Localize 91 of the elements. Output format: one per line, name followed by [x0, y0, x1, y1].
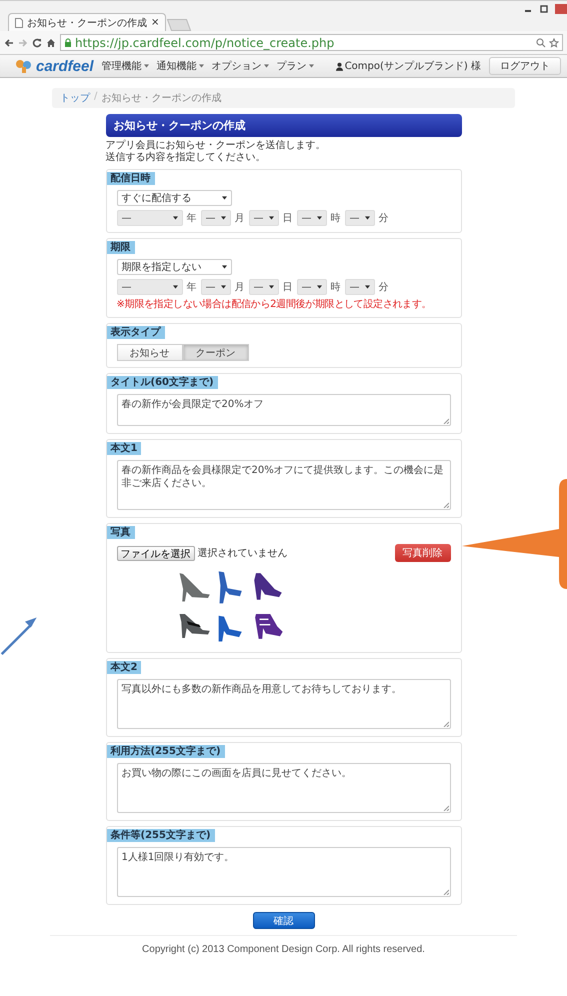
- section-label: タイトル(60文字まで): [106, 376, 218, 389]
- caret-icon: [222, 196, 226, 200]
- unit-label: 月: [234, 281, 244, 294]
- back-icon[interactable]: [4, 38, 14, 48]
- segment-button[interactable]: お知らせ: [116, 344, 182, 361]
- browser-tab[interactable]: お知らせ・クーポンの作成 ×: [8, 13, 166, 31]
- select-field[interactable]: すぐに配信する: [116, 190, 232, 206]
- caret-icon: [220, 216, 226, 220]
- text-area[interactable]: 写真以外にも多数の新作商品を用意してお待ちしております。: [116, 679, 450, 729]
- delete-photo-button[interactable]: 写真削除: [394, 544, 450, 562]
- user-icon: [336, 62, 343, 70]
- caret-icon: [144, 64, 149, 68]
- unit-label: 月: [234, 212, 244, 225]
- unit-label: 時: [330, 212, 340, 225]
- section-label: 本文1: [106, 442, 142, 455]
- caret-icon: [364, 216, 370, 220]
- text-area[interactable]: お買い物の際にこの画面を店員に見せてください。: [116, 763, 450, 813]
- reload-icon[interactable]: [32, 38, 42, 48]
- section-label: 表示タイプ: [106, 326, 164, 339]
- mascot-icon: [14, 58, 34, 74]
- form-title: お知らせ・クーポンの作成: [106, 114, 462, 137]
- text-area[interactable]: 春の新作商品を会員様限定で20%オフにて提供致します。この機会に是非ご来店ください。: [116, 460, 450, 510]
- confirm-button[interactable]: 確認: [252, 912, 314, 929]
- resize-grip-icon: [442, 889, 448, 895]
- section-label: 利用方法(255文字まで): [106, 745, 225, 758]
- unit-label: 日: [282, 281, 292, 294]
- menu-item[interactable]: 通知機能: [156, 59, 204, 73]
- section-label: 写真: [106, 526, 134, 539]
- breadcrumb-separator: /: [94, 91, 98, 104]
- caret-icon: [264, 64, 269, 68]
- breadcrumb-current: お知らせ・クーポンの作成: [101, 92, 222, 105]
- text-area[interactable]: 1人様1回限り有効です。: [116, 847, 450, 897]
- segment-button[interactable]: クーポン: [182, 344, 248, 361]
- text-area[interactable]: 春の新作が会員限定で20%オフ: [116, 394, 450, 426]
- unit-label: 年: [186, 212, 196, 225]
- maximize-icon[interactable]: [539, 4, 549, 14]
- caret-icon: [222, 265, 226, 269]
- select-field[interactable]: —: [116, 279, 182, 295]
- caret-icon: [364, 285, 370, 289]
- star-icon[interactable]: [549, 38, 559, 48]
- select-field[interactable]: —: [200, 279, 230, 295]
- section-label: 期限: [106, 241, 134, 254]
- caret-icon: [198, 64, 204, 68]
- breadcrumb-link[interactable]: トップ: [60, 91, 90, 105]
- unit-label: 分: [378, 281, 388, 294]
- select-field[interactable]: —: [200, 210, 230, 226]
- caret-icon: [268, 216, 274, 220]
- caret-icon: [172, 285, 178, 289]
- unit-label: 時: [330, 280, 340, 294]
- resize-grip-icon: [442, 805, 448, 811]
- menu-item[interactable]: オプション: [212, 59, 269, 73]
- menu-item[interactable]: プラン: [276, 59, 314, 73]
- select-field[interactable]: —: [248, 279, 278, 295]
- select-field[interactable]: —: [296, 210, 326, 226]
- select-field[interactable]: —: [248, 210, 278, 226]
- resize-grip-icon: [442, 721, 448, 727]
- select-field[interactable]: —: [344, 210, 374, 226]
- address-bar[interactable]: https://jp.cardfeel.com/p/notice_create.php: [60, 34, 563, 51]
- copyright-text: Copyright (c) 2013 Component Design Corp. All rights reserved.: [142, 944, 425, 955]
- intro-text: アプリ会員にお知らせ・クーポンを送信します。: [106, 140, 326, 152]
- caret-icon: [316, 285, 322, 289]
- file-status: 選択されていません: [198, 547, 288, 560]
- resize-grip-icon: [442, 502, 448, 508]
- unit-label: 年: [186, 281, 196, 294]
- lock-icon: [64, 38, 72, 48]
- select-field[interactable]: —: [344, 279, 374, 295]
- caret-icon: [220, 285, 226, 289]
- home-icon[interactable]: [46, 38, 56, 48]
- logo[interactable]: cardfeel: [36, 58, 94, 74]
- select-field[interactable]: 期限を指定しない: [116, 259, 232, 275]
- select-field[interactable]: —: [296, 279, 326, 295]
- caret-icon: [172, 216, 178, 220]
- caret-icon: [308, 64, 314, 68]
- search-icon[interactable]: [536, 38, 546, 48]
- caret-icon: [316, 216, 322, 220]
- page-icon: [15, 18, 23, 28]
- select-field[interactable]: —: [116, 210, 182, 226]
- tab-close-button[interactable]: ×: [151, 17, 160, 28]
- section-label: 条件等(255文字まで): [106, 829, 215, 842]
- user-name: Compo(サンプルブランド) 様: [344, 60, 481, 73]
- warning-note: ※期限を指定しない場合は配信から2週間後が期限として設定されます。: [116, 299, 432, 311]
- unit-label: 日: [282, 212, 292, 225]
- file-choose-button[interactable]: ファイルを選択: [116, 546, 194, 560]
- unit-label: 分: [378, 212, 388, 225]
- caret-icon: [268, 285, 274, 289]
- logout-button[interactable]: ログアウト: [489, 57, 561, 75]
- intro-text: 送信する内容を指定してください。: [106, 152, 266, 164]
- section-label: 配信日時: [106, 172, 154, 185]
- section-label: 本文2: [106, 661, 142, 674]
- menu-item[interactable]: 管理機能: [102, 59, 149, 73]
- resize-grip-icon: [442, 418, 448, 424]
